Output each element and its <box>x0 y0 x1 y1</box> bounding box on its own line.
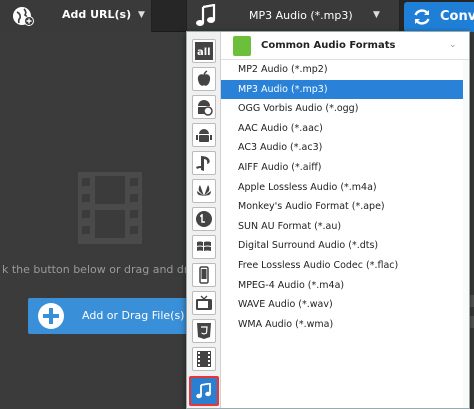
format-option[interactable]: Free Lossless Audio Codec (*.flac) <box>221 256 469 276</box>
format-option[interactable]: Monkey's Audio Format (*.ape) <box>221 197 469 217</box>
output-format-selector[interactable]: MP3 Audio (*.mp3) ▼ <box>186 0 400 32</box>
device-category-column: all <box>187 32 221 408</box>
all-text: all <box>197 47 211 58</box>
category-phone[interactable] <box>192 263 216 287</box>
add-url-dropdown-icon[interactable]: ▼ <box>138 10 145 20</box>
refresh-icon <box>414 9 430 25</box>
format-option[interactable]: Apple Lossless Audio (*.m4a) <box>221 178 469 198</box>
lg-icon <box>196 211 212 227</box>
speaker-icon <box>233 36 251 56</box>
add-file-button[interactable]: Add or Drag File(s) <box>28 298 188 334</box>
android-icon <box>196 129 212 142</box>
plus-icon <box>38 303 64 329</box>
format-option[interactable]: AIFF Audio (*.aiff) <box>221 158 469 178</box>
category-playstation[interactable] <box>192 151 216 175</box>
format-option[interactable]: WMA Audio (*.wma) <box>221 315 469 335</box>
format-group-title: Common Audio Formats <box>261 40 396 51</box>
list-scrollbar[interactable] <box>463 60 469 408</box>
windows-icon <box>197 241 211 251</box>
category-huawei[interactable] <box>192 179 216 203</box>
format-option[interactable]: AC3 Audio (*.ac3) <box>221 138 469 158</box>
category-video[interactable] <box>192 347 216 371</box>
add-file-label: Add or Drag File(s) <box>82 309 185 322</box>
format-option[interactable]: MP2 Audio (*.mp2) <box>221 60 469 80</box>
format-list: MP2 Audio (*.mp2) MP3 Audio (*.mp3) OGG Vo… <box>221 60 469 334</box>
playstation-icon <box>196 156 210 171</box>
add-url-button[interactable]: Add URL(s) ▼ <box>0 0 152 32</box>
music-note-icon <box>196 383 211 399</box>
category-android-tablet[interactable] <box>192 95 216 119</box>
format-option[interactable]: AAC Audio (*.aac) <box>221 119 469 139</box>
add-url-label: Add URL(s) <box>62 8 132 21</box>
format-option[interactable]: WAVE Audio (*.wav) <box>221 295 469 315</box>
globe-add-icon <box>13 7 34 26</box>
film-strip-icon <box>78 172 142 244</box>
format-option[interactable]: SUN AU Format (*.au) <box>221 217 469 237</box>
output-format-label: MP3 Audio (*.mp3) <box>249 9 353 22</box>
category-android[interactable] <box>192 123 216 147</box>
drop-hint-text: k the button below or drag and drop to <box>2 263 192 276</box>
category-windows[interactable] <box>192 235 216 259</box>
convert-button[interactable]: Conve <box>404 2 474 32</box>
format-group-header[interactable]: Common Audio Formats ⌄ <box>221 32 469 60</box>
category-audio[interactable] <box>189 376 219 406</box>
apple-icon <box>197 70 211 86</box>
category-all[interactable]: all <box>192 39 216 63</box>
category-html5[interactable] <box>192 319 216 343</box>
format-option[interactable]: MP3 Audio (*.mp3) <box>221 79 469 100</box>
category-apple[interactable] <box>192 67 216 91</box>
music-note-icon <box>196 4 216 26</box>
video-film-icon <box>197 351 211 367</box>
format-option[interactable]: OGG Vorbis Audio (*.ogg) <box>221 99 469 119</box>
all-formats-icon: all <box>195 42 213 60</box>
top-toolbar: Add URL(s) ▼ MP3 Audio (*.mp3) ▼ Conve <box>0 0 474 32</box>
format-option[interactable]: MPEG-4 Audio (*.m4a) <box>221 276 469 296</box>
format-dropdown-icon[interactable]: ▼ <box>373 10 380 20</box>
category-lg[interactable] <box>192 207 216 231</box>
huawei-icon <box>197 185 211 196</box>
tv-icon <box>196 295 212 310</box>
convert-label: Conve <box>440 9 474 24</box>
android-tablet-icon <box>198 100 213 116</box>
category-tv[interactable] <box>192 291 216 315</box>
format-option[interactable]: Digital Surround Audio (*.dts) <box>221 236 469 256</box>
chevron-down-icon[interactable]: ⌄ <box>449 40 457 50</box>
phone-icon <box>199 266 209 284</box>
format-dropdown-panel: all Common Audio Formats ⌄ MP2 Audio (*.… <box>186 31 470 409</box>
html5-icon <box>197 323 211 339</box>
